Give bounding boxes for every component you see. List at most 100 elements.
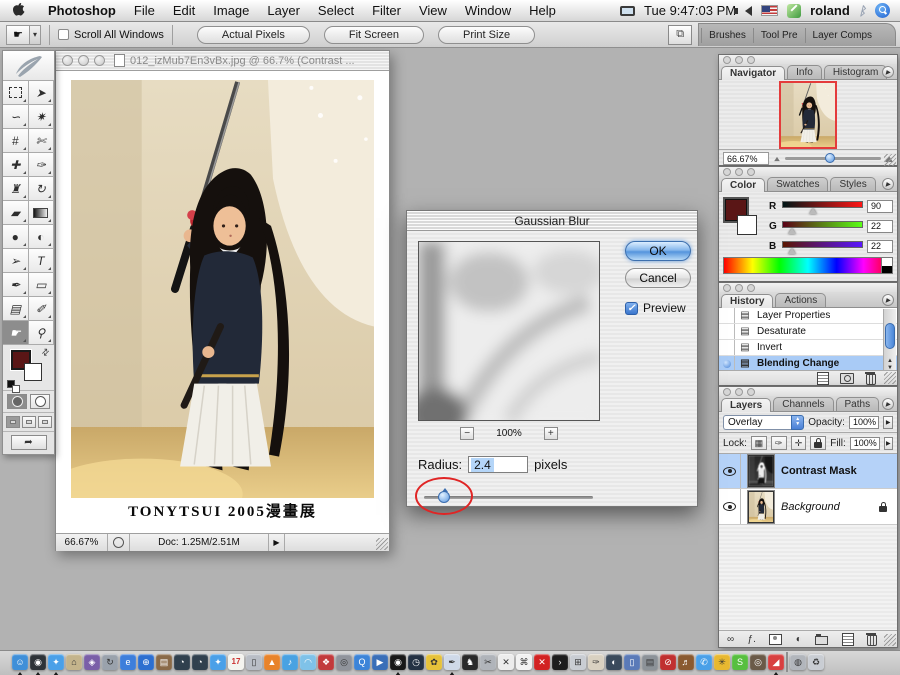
palette-resize-grip[interactable] [884,634,896,646]
palette-resize-grip[interactable] [884,154,896,166]
palette-menu-icon[interactable] [882,398,894,410]
palette-window-controls[interactable] [719,387,897,396]
actual-pixels-button[interactable]: Actual Pixels [197,26,310,44]
layer-style-icon[interactable]: ƒ. [748,634,756,645]
tool-lasso[interactable]: ∽ [3,105,29,129]
dock-msn[interactable]: ✳ [714,654,730,670]
opacity-value-field[interactable]: 100% [849,416,880,429]
dock-skype[interactable]: S [732,654,748,670]
well-tab-layer-comps[interactable]: Layer Comps [805,28,879,43]
menu-window[interactable]: Window [456,3,520,18]
tab-navigator[interactable]: Navigator [721,66,785,80]
dock-calculator[interactable]: ⊞ [570,654,586,670]
palette-window-controls[interactable] [719,283,897,292]
tool-clone-stamp[interactable]: ♜ [3,177,29,201]
slider-track[interactable] [782,201,863,208]
menu-clock[interactable]: Tue 9:47:03 PM [644,3,736,18]
tab-actions[interactable]: Actions [775,293,826,307]
dock-x-red-app[interactable]: ✕ [534,654,550,670]
spotlight-icon[interactable] [875,3,890,18]
cancel-button[interactable]: Cancel [625,268,691,288]
dock-sync[interactable]: ↻ [102,654,118,670]
zoom-level-field[interactable]: 66.67% [56,534,108,551]
blend-mode-dropdown[interactable]: Overlay [723,415,804,430]
lock-position-button[interactable]: ✛ [791,436,807,450]
dock-itunes[interactable]: ♪ [282,654,298,670]
document-title-bar[interactable]: 012_izMub7En3vBx.jpg @ 66.7% (Contrast .… [56,51,389,71]
apple-menu-icon[interactable] [12,3,25,18]
layer-row-contrast-mask[interactable]: Contrast Mask [719,453,897,489]
dock-red-kite-app[interactable]: ◢ [768,654,784,670]
dock-sherlock[interactable]: ⌂ [66,654,82,670]
visibility-toggle[interactable] [719,489,741,524]
tool-type[interactable]: T [29,249,55,273]
dock-no-sign-app[interactable]: ⊘ [660,654,676,670]
tab-histogram[interactable]: Histogram [824,65,888,79]
dock-divider[interactable] [786,652,788,672]
background-color-swatch[interactable] [24,363,42,381]
tool-rectangular-marquee[interactable] [3,81,29,105]
new-layer-icon[interactable] [842,633,854,646]
zoom-window-icon[interactable] [94,55,105,66]
full-screen-button[interactable] [38,416,52,428]
tool-pen[interactable]: ✒ [3,273,29,297]
slider-thumb[interactable] [788,248,796,254]
palette-menu-icon[interactable] [882,178,894,190]
channel-slider[interactable] [782,199,863,213]
dock-terminal[interactable]: › [552,654,568,670]
slider-track[interactable] [782,241,863,248]
document-canvas-area[interactable]: TONYTSUI 2005漫畫展 [56,71,389,533]
tab-layers[interactable]: Layers [721,398,771,412]
dock-movie-app[interactable]: ▶ [372,654,388,670]
visibility-toggle[interactable] [719,454,741,488]
dock-camera-app[interactable]: ◎ [336,654,352,670]
dock-ichat[interactable]: ✆ [696,654,712,670]
channel-value-field[interactable]: 22 [867,240,893,253]
minimize-icon[interactable] [78,55,89,66]
tool-eyedropper[interactable]: ✐ [29,297,55,321]
scroll-all-windows-option[interactable]: Scroll All Windows [58,29,164,41]
dock-trash[interactable]: ♻ [808,654,824,670]
default-colors-icon[interactable] [7,380,15,388]
opacity-slider-arrow[interactable] [883,416,893,429]
menu-select[interactable]: Select [309,3,363,18]
standard-screen-button[interactable] [6,416,20,428]
channel-value-field[interactable]: 22 [867,220,893,233]
dock-clock-app[interactable]: ◷ [408,654,424,670]
dock-x-white-app[interactable]: ✕ [498,654,514,670]
zoom-in-button[interactable]: + [544,427,558,440]
zoom-out-mountain-icon[interactable] [774,156,780,160]
tool-blur[interactable]: ● [3,225,29,249]
dock-gauge-app-1[interactable]: ◔ [174,654,190,670]
layer-row-background[interactable]: Background [719,489,897,525]
dock-dark-animal-app[interactable]: ♞ [462,654,478,670]
palette-menu-icon[interactable] [882,66,894,78]
window-resize-grip[interactable] [376,538,388,550]
file-browser-icon[interactable]: ⧉ [668,25,692,45]
document-size-readout[interactable]: Doc: 1.25M/2.51M [130,534,269,551]
menu-layer[interactable]: Layer [258,3,309,18]
tab-color[interactable]: Color [721,178,765,192]
tool-path-selection[interactable]: ➢ [3,249,29,273]
dock-printer[interactable]: ▤ [642,654,658,670]
history-item[interactable]: Desaturate [719,324,897,340]
dock-apple-app[interactable]: ⌘ [516,654,532,670]
checkbox-unchecked[interactable] [58,29,69,40]
fit-screen-button[interactable]: Fit Screen [324,26,424,44]
adjustment-layer-icon[interactable]: ◐ [796,634,802,645]
tool-crop[interactable]: # [3,129,29,153]
tab-swatches[interactable]: Swatches [767,177,828,191]
radius-input[interactable]: 2.4 [468,456,528,473]
scrollbar-thumb[interactable] [885,323,895,349]
layer-thumbnail[interactable] [748,455,774,487]
delete-state-button[interactable] [863,373,879,384]
well-tab-tool-presets[interactable]: Tool Pre [753,28,805,43]
palette-window-controls[interactable] [719,167,897,176]
dock-internet-explorer[interactable]: e [120,654,136,670]
palette-window-controls[interactable] [719,55,897,64]
dock-globe-app[interactable]: ⊕ [138,654,154,670]
new-group-icon[interactable] [815,634,828,645]
blur-preview[interactable] [418,241,600,421]
user-menu[interactable]: roland [810,3,850,18]
dock-ipod[interactable]: ▯ [246,654,262,670]
